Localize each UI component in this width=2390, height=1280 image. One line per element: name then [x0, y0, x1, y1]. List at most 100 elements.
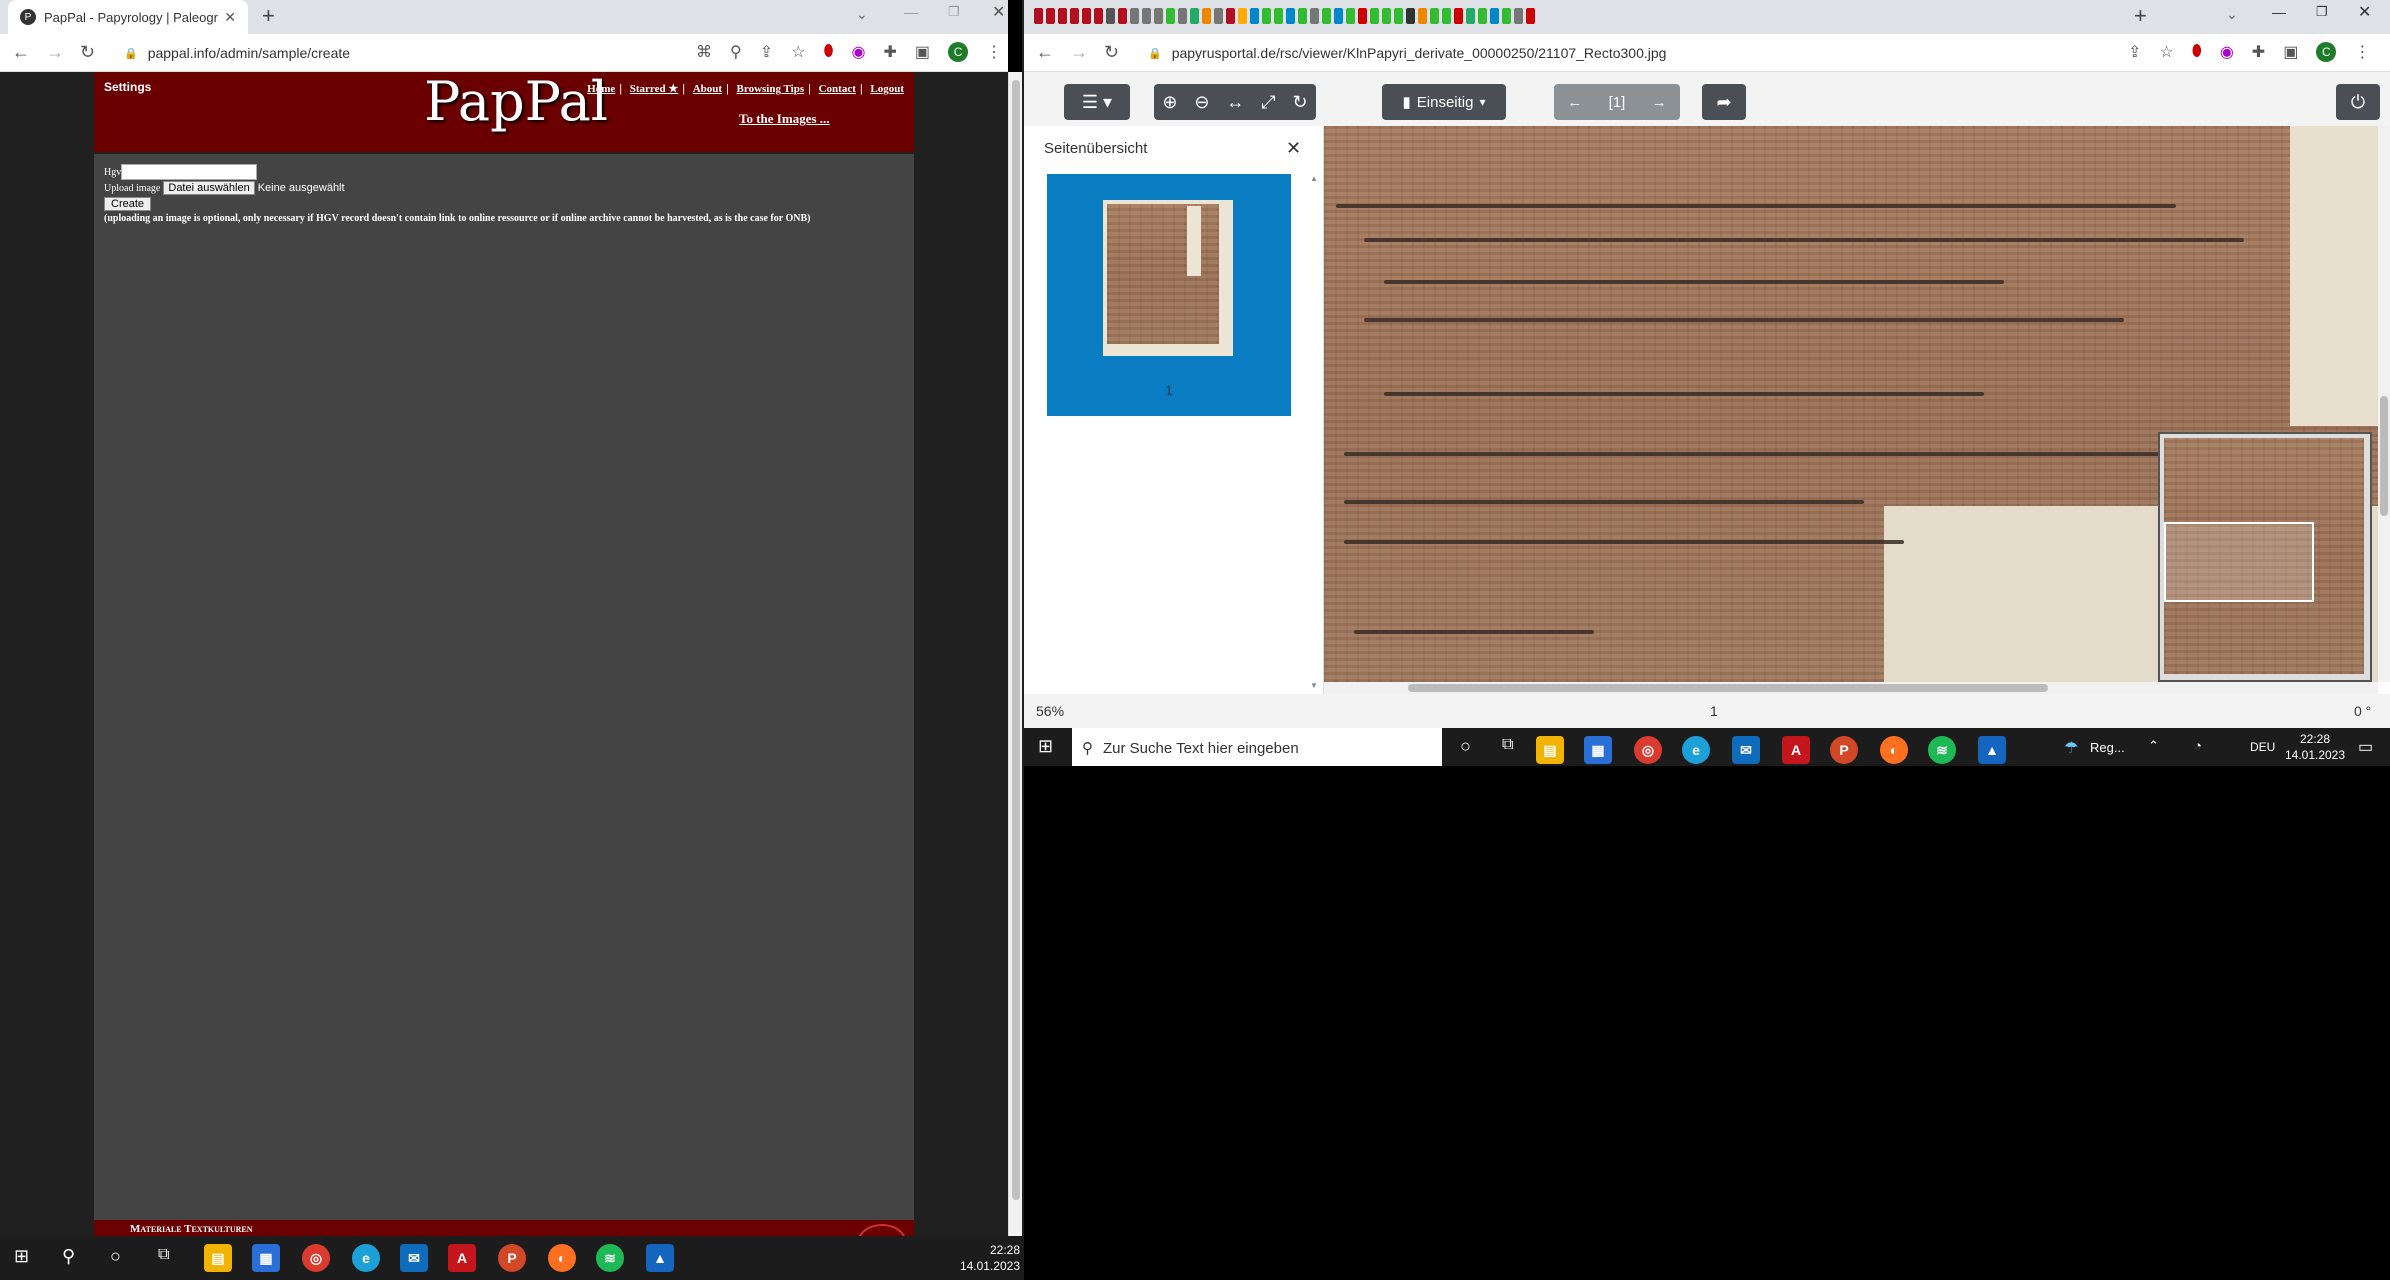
- powerpoint-icon[interactable]: P: [498, 1244, 526, 1272]
- pinned-tab-icon[interactable]: [1034, 8, 1043, 24]
- zoom-in-icon[interactable]: ⊕: [1162, 92, 1177, 113]
- profile-avatar[interactable]: C: [948, 42, 969, 62]
- right-restore-icon[interactable]: ❐: [2316, 4, 2328, 20]
- canvas-vertical-scrollbar[interactable]: [2378, 126, 2390, 682]
- scroll-up-arrow-icon[interactable]: ▲: [1310, 174, 1318, 183]
- pinned-tab-icon[interactable]: [1490, 8, 1499, 24]
- start-icon[interactable]: ⊞: [14, 1246, 29, 1267]
- left-tab-list-icon[interactable]: ⌄: [856, 6, 868, 23]
- pinned-tab-icon[interactable]: [1526, 8, 1535, 24]
- right-store-icon[interactable]: ▦: [1584, 736, 1612, 764]
- left-reload-icon[interactable]: ↻: [80, 42, 95, 63]
- right-sidepanel-icon[interactable]: ▣: [2283, 42, 2298, 62]
- pinned-tab-icon[interactable]: [1418, 8, 1427, 24]
- right-acrobat-icon[interactable]: A: [1782, 736, 1810, 764]
- right-minimize-icon[interactable]: —: [2272, 4, 2286, 20]
- navigator-overview[interactable]: [2158, 432, 2372, 682]
- right-spotify-icon[interactable]: ≋: [1928, 736, 1956, 764]
- nav-browsing-tips[interactable]: Browsing Tips: [737, 83, 805, 95]
- pinned-tab-icon[interactable]: [1046, 8, 1055, 24]
- pinned-tab-icon[interactable]: [1310, 8, 1319, 24]
- pinned-tab-icon[interactable]: [1250, 8, 1259, 24]
- left-restore-icon[interactable]: ❐: [948, 4, 960, 20]
- nav-about[interactable]: About: [693, 83, 722, 95]
- pinned-tab-icon[interactable]: [1238, 8, 1247, 24]
- right-lang-indicator[interactable]: DEU: [2250, 740, 2275, 754]
- right-back-icon[interactable]: ←: [1036, 42, 1054, 63]
- viewer-menu-button[interactable]: ☰ ▾: [1064, 84, 1130, 120]
- explorer-icon[interactable]: ▤: [204, 1244, 232, 1272]
- pinned-tab-icon[interactable]: [1118, 8, 1127, 24]
- pinned-tab-icon[interactable]: [1466, 8, 1475, 24]
- pappal-logo[interactable]: PapPal: [424, 70, 608, 133]
- extension-red-icon[interactable]: ⬮: [823, 43, 833, 61]
- pinned-tab-icon[interactable]: [1274, 8, 1283, 24]
- pinned-tab-icon[interactable]: [1202, 8, 1211, 24]
- rotate-icon[interactable]: ↻: [1292, 92, 1307, 113]
- page-indicator[interactable]: [1]: [1609, 94, 1626, 111]
- next-page-icon[interactable]: →: [1652, 94, 1667, 111]
- right-explorer-icon[interactable]: ▤: [1536, 736, 1564, 764]
- photos-icon[interactable]: ▲: [646, 1244, 674, 1272]
- pinned-tab-icon[interactable]: [1070, 8, 1079, 24]
- right-taskview-icon[interactable]: ⧉: [1502, 736, 1513, 754]
- fit-width-icon[interactable]: ↔: [1226, 92, 1244, 113]
- prev-page-icon[interactable]: ←: [1567, 94, 1582, 111]
- page-thumbnail-image[interactable]: [1103, 200, 1233, 356]
- pinned-tab-icon[interactable]: [1226, 8, 1235, 24]
- pinned-tab-icon[interactable]: [1358, 8, 1367, 24]
- left-current-tab[interactable]: P PapPal - Papyrology | Paleograph ✕: [8, 0, 248, 34]
- sidebar-close-icon[interactable]: ✕: [1286, 138, 1301, 159]
- canvas-vertical-thumb[interactable]: [2380, 396, 2388, 516]
- firefox-icon[interactable]: ◐: [548, 1244, 576, 1272]
- choose-file-button[interactable]: Datei auswählen: [163, 181, 255, 195]
- translate-icon[interactable]: ⌘: [696, 42, 712, 62]
- pinned-tab-icon[interactable]: [1262, 8, 1271, 24]
- pinned-tab-icon[interactable]: [1082, 8, 1091, 24]
- page-thumbnail-card[interactable]: 1: [1047, 174, 1291, 416]
- pinned-tab-icon[interactable]: [1286, 8, 1295, 24]
- right-extension-red-icon[interactable]: ⬮: [2192, 43, 2202, 61]
- pinned-tab-icon[interactable]: [1442, 8, 1451, 24]
- right-menu-icon[interactable]: ⋮: [2354, 42, 2370, 62]
- bookmark-star-icon[interactable]: ☆: [791, 42, 805, 62]
- scroll-down-arrow-icon[interactable]: ▼: [1310, 681, 1318, 690]
- right-chrome-icon[interactable]: ◎: [1634, 736, 1662, 764]
- to-images-link[interactable]: To the Images ...: [739, 111, 830, 127]
- chrome-icon[interactable]: ◎: [302, 1244, 330, 1272]
- spotify-icon[interactable]: ≋: [596, 1244, 624, 1272]
- right-start-icon[interactable]: ⊞: [1038, 736, 1053, 757]
- pinned-tab-icon[interactable]: [1370, 8, 1379, 24]
- right-new-tab-icon[interactable]: +: [2134, 4, 2147, 28]
- pinned-tab-icon[interactable]: [1394, 8, 1403, 24]
- acrobat-icon[interactable]: A: [448, 1244, 476, 1272]
- menu-kebab-icon[interactable]: ⋮: [986, 42, 1002, 62]
- right-tray-chevron-icon[interactable]: ⌃: [2148, 738, 2159, 754]
- taskview-icon[interactable]: ⧉: [158, 1246, 169, 1264]
- right-profile-avatar[interactable]: C: [2316, 42, 2337, 62]
- extensions-puzzle-icon[interactable]: ✚: [884, 42, 897, 62]
- right-clock[interactable]: 22:28 14.01.2023: [2280, 731, 2350, 763]
- pinned-tab-icon[interactable]: [1430, 8, 1439, 24]
- right-tab-list-icon[interactable]: ⌄: [2226, 6, 2238, 23]
- pinned-tab-icon[interactable]: [1106, 8, 1115, 24]
- right-weather-text[interactable]: Reg...: [2090, 740, 2125, 755]
- settings-link[interactable]: Settings: [104, 80, 151, 94]
- pinned-tab-icon[interactable]: [1166, 8, 1175, 24]
- pinned-tab-icon[interactable]: [1154, 8, 1163, 24]
- left-close-icon[interactable]: ✕: [992, 2, 1005, 22]
- pinned-tab-icon[interactable]: [1142, 8, 1151, 24]
- right-photos-icon[interactable]: ▲: [1978, 736, 2006, 764]
- page-mode-dropdown[interactable]: ▮ Einseitig ▾: [1382, 84, 1506, 120]
- pinned-tab-icon[interactable]: [1214, 8, 1223, 24]
- sidepanel-icon[interactable]: ▣: [915, 42, 930, 62]
- right-firefox-icon[interactable]: ◐: [1880, 736, 1908, 764]
- pinned-tab-icon[interactable]: [1058, 8, 1067, 24]
- pinned-tab-icon[interactable]: [1502, 8, 1511, 24]
- share-icon[interactable]: ⇪: [760, 42, 773, 62]
- nav-home[interactable]: Home: [587, 83, 615, 95]
- hgv-input[interactable]: [121, 164, 258, 180]
- right-notification-icon[interactable]: ▭: [2358, 737, 2373, 757]
- left-new-tab-icon[interactable]: +: [262, 4, 275, 28]
- nav-contact[interactable]: Contact: [819, 83, 856, 95]
